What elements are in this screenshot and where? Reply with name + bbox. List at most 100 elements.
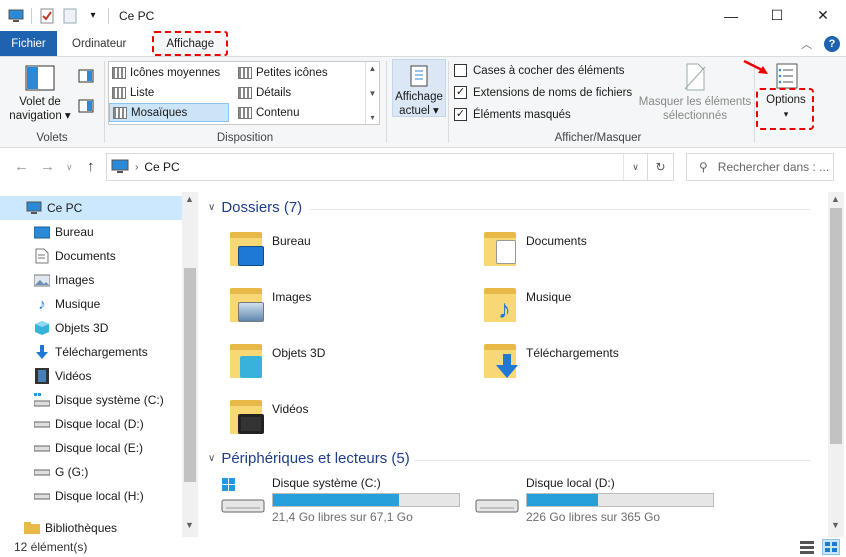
current-view-label-2: actuel ▾ [399, 105, 439, 117]
libraries-icon [24, 520, 40, 536]
navigation-pane-button[interactable]: Volet de navigation ▾ [4, 65, 76, 123]
scroll-up-icon[interactable]: ▲ [185, 194, 194, 204]
sidebar-item-musique[interactable]: ♪ Musique [0, 292, 182, 316]
collapse-ribbon-icon[interactable]: ︿ [801, 36, 812, 52]
tiles-view-icon[interactable] [822, 539, 840, 555]
scrollbar-thumb[interactable] [830, 208, 842, 444]
layout-small-icons[interactable]: Petites icônes [235, 63, 331, 82]
drive-icon [34, 488, 50, 504]
layout-details[interactable]: Détails [235, 83, 294, 102]
folder-label: Objets 3D [272, 346, 326, 360]
folder-objets-3d[interactable]: Objets 3D [226, 340, 325, 380]
recent-dropdown-icon[interactable]: ∨ [66, 162, 73, 173]
checkbox[interactable] [454, 64, 467, 77]
sidebar-item-disque-h[interactable]: Disque local (H:) [0, 484, 182, 508]
checkbox-hidden-items[interactable]: ✓ Éléments masqués [454, 108, 571, 121]
search-box[interactable]: ⚲ Rechercher dans : ... [686, 153, 834, 181]
sidebar-item-disque-d[interactable]: Disque local (D:) [0, 412, 182, 436]
pc-icon[interactable] [8, 8, 24, 24]
music-icon: ♪ [38, 295, 46, 313]
breadcrumb[interactable]: Ce PC [144, 160, 179, 174]
checkbox-label: Éléments masqués [473, 108, 571, 121]
sidebar-item-images[interactable]: Images [0, 268, 182, 292]
minimize-button[interactable]: — [708, 0, 754, 31]
help-icon[interactable]: ? [824, 35, 840, 52]
scroll-up-icon[interactable]: ▲ [831, 194, 840, 204]
refresh-icon[interactable]: ↻ [647, 154, 673, 180]
checkbox-file-extensions[interactable]: ✓ Extensions de noms de fichiers [454, 86, 632, 99]
checkbox-label: Cases à cocher des éléments [473, 64, 625, 77]
navigation-pane-label-2: navigation ▾ [9, 110, 71, 122]
layout-medium-icons[interactable]: Icônes moyennes [109, 63, 223, 82]
sidebar-item-bibliotheques[interactable]: Bibliothèques [0, 516, 182, 537]
preview-pane-icon[interactable] [78, 69, 94, 86]
status-bar: 12 élément(s) [0, 537, 846, 557]
drive-d[interactable]: Disque local (D:) 226 Go libres sur 365 … [474, 476, 714, 524]
search-input[interactable]: Rechercher dans : ... [718, 160, 829, 174]
customize-toolbar-icon[interactable]: ▾ [85, 8, 101, 24]
layout-label: Petites icônes [256, 66, 328, 79]
folder-musique[interactable]: ♪ Musique [480, 284, 571, 324]
sidebar-item-label: Bibliothèques [45, 521, 118, 535]
folder-bureau[interactable]: Bureau [226, 228, 311, 268]
close-button[interactable]: ✕ [800, 0, 846, 31]
expand-gallery-icon[interactable]: ▾ [370, 113, 374, 122]
current-view-button[interactable]: Affichage actuel ▾ [392, 59, 446, 117]
breadcrumb-separator-icon[interactable]: › [135, 162, 138, 173]
layout-list[interactable]: Liste [109, 83, 157, 102]
details-pane-icon[interactable] [78, 99, 94, 116]
address-dropdown-icon[interactable]: ∨ [623, 154, 647, 180]
section-peripheriques[interactable]: ∨ Périphériques et lecteurs (5) [208, 450, 410, 467]
layout-content[interactable]: Contenu [235, 103, 302, 122]
tab-ordinateur[interactable]: Ordinateur [60, 31, 138, 56]
sidebar-item-label: Images [55, 273, 95, 287]
hide-selected-button[interactable]: Masquer les éléments sélectionnés [636, 63, 754, 123]
section-dossiers[interactable]: ∨ Dossiers (7) [208, 199, 302, 216]
sidebar-item-objets-3d[interactable]: Objets 3D [0, 316, 182, 340]
folder-telechargements[interactable]: Téléchargements [480, 340, 619, 380]
forward-arrow-icon[interactable]: → [40, 158, 55, 175]
scroll-down-icon[interactable]: ▼ [831, 520, 840, 530]
drive-usage-bar [272, 493, 460, 507]
sidebar-item-bureau[interactable]: Bureau [0, 220, 182, 244]
music-folder-icon: ♪ [480, 284, 520, 324]
scroll-down-icon[interactable]: ▼ [185, 520, 194, 530]
address-bar[interactable]: › Ce PC ∨ ↻ [106, 153, 674, 181]
chevron-down-icon[interactable]: ∨ [208, 202, 215, 213]
back-arrow-icon[interactable]: ← [14, 158, 29, 175]
content-scrollbar[interactable]: ▲ ▼ [828, 192, 844, 537]
checkbox-item-checkboxes[interactable]: Cases à cocher des éléments [454, 64, 625, 77]
maximize-button[interactable]: ☐ [754, 0, 800, 31]
sidebar-item-telechargements[interactable]: Téléchargements [0, 340, 182, 364]
properties-icon[interactable] [39, 8, 55, 24]
sidebar-item-disque-e[interactable]: Disque local (E:) [0, 436, 182, 460]
chevron-down-icon[interactable]: ∨ [208, 453, 215, 464]
sidebar-item-disque-c[interactable]: Disque système (C:) [0, 388, 182, 412]
scroll-down-icon[interactable]: ▼ [369, 89, 377, 98]
checkbox[interactable]: ✓ [454, 108, 467, 121]
folder-documents[interactable]: Documents [480, 228, 587, 268]
sidebar-scrollbar[interactable]: ▲ ▼ [182, 192, 198, 537]
sidebar-item-ce-pc[interactable]: Ce PC [0, 196, 182, 220]
pointer-arrow-icon [743, 59, 768, 74]
sidebar-item-label: Disque système (C:) [55, 393, 164, 407]
up-arrow-icon[interactable]: ↑ [87, 158, 95, 175]
layout-tiles[interactable]: Mosaïques [109, 103, 229, 122]
checkbox[interactable]: ✓ [454, 86, 467, 99]
drive-c[interactable]: Disque système (C:) 21,4 Go libres sur 6… [220, 476, 460, 524]
layout-label: Liste [130, 86, 155, 99]
tab-fichier[interactable]: Fichier [0, 31, 57, 56]
sidebar-item-g[interactable]: G (G:) [0, 460, 182, 484]
sidebar-item-label: Objets 3D [55, 321, 109, 335]
tab-affichage[interactable]: Affichage [152, 31, 229, 56]
new-folder-icon[interactable] [62, 8, 78, 24]
sidebar-item-videos[interactable]: Vidéos [0, 364, 182, 388]
scroll-up-icon[interactable]: ▲ [369, 64, 377, 73]
folder-videos[interactable]: Vidéos [226, 396, 308, 436]
details-view-icon[interactable] [800, 540, 814, 557]
folder-images[interactable]: Images [226, 284, 311, 324]
separator [108, 7, 109, 24]
gallery-scroll[interactable]: ▲ ▼ ▾ [365, 62, 379, 124]
sidebar-item-documents[interactable]: Documents [0, 244, 182, 268]
scrollbar-thumb[interactable] [184, 268, 196, 482]
